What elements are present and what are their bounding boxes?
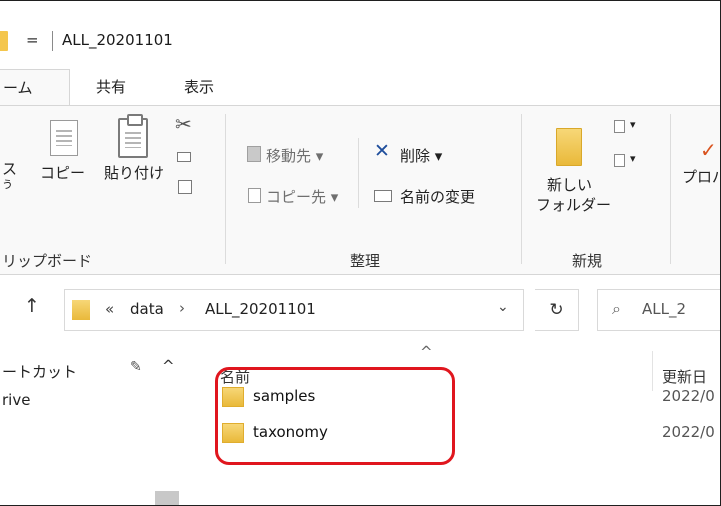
new-folder-button[interactable]: 新しい: [547, 174, 592, 195]
address-bar[interactable]: « data › ALL_20201101 ⌄: [64, 289, 524, 331]
cut-icon[interactable]: ✂: [175, 112, 192, 136]
group-divider: [670, 114, 671, 264]
up-arrow-icon[interactable]: ↑: [24, 295, 40, 317]
highlight-annotation: [215, 367, 455, 465]
list-item[interactable]: taxonomy 2022/0: [222, 420, 720, 446]
new-group-label: 新規: [572, 252, 603, 270]
ribbon-tabs: ーム 共有 表示: [0, 69, 720, 106]
folder-icon: [0, 31, 8, 51]
tab-home[interactable]: ーム: [0, 69, 70, 106]
address-row: ↑ « data › ALL_20201101 ⌄ ↻ ⌕ ALL_2: [0, 289, 720, 333]
list-item-date: 2022/0: [662, 387, 715, 405]
new-folder-icon: [556, 128, 582, 166]
list-item-name: taxonomy: [253, 423, 328, 441]
quick-access-toolbar-dropdown[interactable]: =: [26, 31, 39, 49]
paste-button[interactable]: 貼り付け: [104, 162, 164, 183]
group-divider: [225, 114, 226, 264]
paste-shortcut-icon[interactable]: [178, 180, 192, 194]
paste-icon: [118, 114, 148, 158]
clipboard-group-label: リップボード: [2, 252, 93, 270]
breadcrumb-separator-icon[interactable]: ›: [179, 299, 185, 317]
move-to-button[interactable]: 移動先 ▾: [266, 145, 323, 166]
nav-onedrive[interactable]: rive: [2, 391, 30, 409]
rename-icon: [374, 190, 392, 202]
explorer-window: = ALL_20201101 ーム 共有 表示 ス う コピー 貼り付け ✂ リ…: [0, 0, 721, 506]
address-history-dropdown-icon[interactable]: ⌄: [497, 299, 509, 315]
tab-share-label: 共有: [96, 78, 127, 96]
title-bar: = ALL_20201101: [0, 1, 720, 69]
easy-access-dropdown-icon[interactable]: ▾: [630, 152, 636, 165]
tab-view-label: 表示: [184, 78, 215, 96]
group-divider: [521, 114, 522, 264]
list-item[interactable]: samples 2022/0: [222, 384, 720, 410]
tab-share[interactable]: 共有: [96, 69, 126, 106]
refresh-icon: ↻: [549, 300, 564, 320]
pin-to-quick-access-label-line2: う: [2, 178, 13, 191]
folder-icon: [72, 300, 90, 320]
organize-divider: [358, 138, 359, 208]
refresh-button[interactable]: ↻: [535, 289, 579, 331]
properties-icon: ✓: [700, 138, 717, 162]
delete-icon: ✕: [374, 140, 390, 162]
nav-scroll-up-icon[interactable]: ^: [162, 357, 175, 375]
folder-icon: [222, 423, 244, 443]
easy-access-icon[interactable]: [614, 154, 625, 167]
list-item-name: samples: [253, 387, 316, 405]
rename-button[interactable]: 名前の変更: [400, 186, 475, 207]
hidden-crumbs-chevron[interactable]: «: [105, 300, 114, 318]
nav-scrollbar-thumb[interactable]: [155, 491, 179, 505]
list-item-date: 2022/0: [662, 423, 715, 441]
copy-icon: [50, 120, 78, 156]
properties-button[interactable]: プロパ: [682, 166, 720, 187]
tab-home-label: ーム: [3, 79, 33, 97]
navigation-pane: ートカット ✎ ^ rive: [0, 341, 183, 505]
window-title: ALL_20201101: [62, 31, 173, 49]
copy-to-icon: [248, 188, 261, 203]
new-item-icon[interactable]: [614, 120, 625, 133]
copy-path-icon[interactable]: [177, 152, 191, 162]
pin-icon: ✎: [130, 359, 142, 375]
folder-icon: [222, 387, 244, 407]
search-box[interactable]: ⌕ ALL_2: [597, 289, 720, 331]
delete-button[interactable]: 削除 ▾: [400, 145, 442, 166]
search-placeholder: ALL_2: [642, 300, 687, 318]
title-separator: [52, 31, 53, 51]
copy-to-button[interactable]: コピー先 ▾: [266, 186, 338, 207]
new-item-dropdown-icon[interactable]: ▾: [630, 118, 636, 131]
breadcrumb-current[interactable]: ALL_20201101: [205, 300, 316, 318]
organize-group-label: 整理: [350, 252, 381, 270]
move-to-icon: [247, 146, 261, 162]
tab-view[interactable]: 表示: [184, 69, 214, 106]
nav-quick-access[interactable]: ートカット: [2, 361, 77, 382]
sort-ascending-icon: ^: [420, 343, 433, 361]
ribbon: ス う コピー 貼り付け ✂ リップボード 移動先 ▾ コピー先 ▾ ✕ 削除 …: [0, 105, 720, 275]
breadcrumb-data[interactable]: data: [130, 300, 164, 318]
search-icon: ⌕: [612, 299, 621, 318]
copy-button[interactable]: コピー: [40, 162, 85, 183]
new-folder-button-line2: フォルダー: [536, 196, 612, 214]
